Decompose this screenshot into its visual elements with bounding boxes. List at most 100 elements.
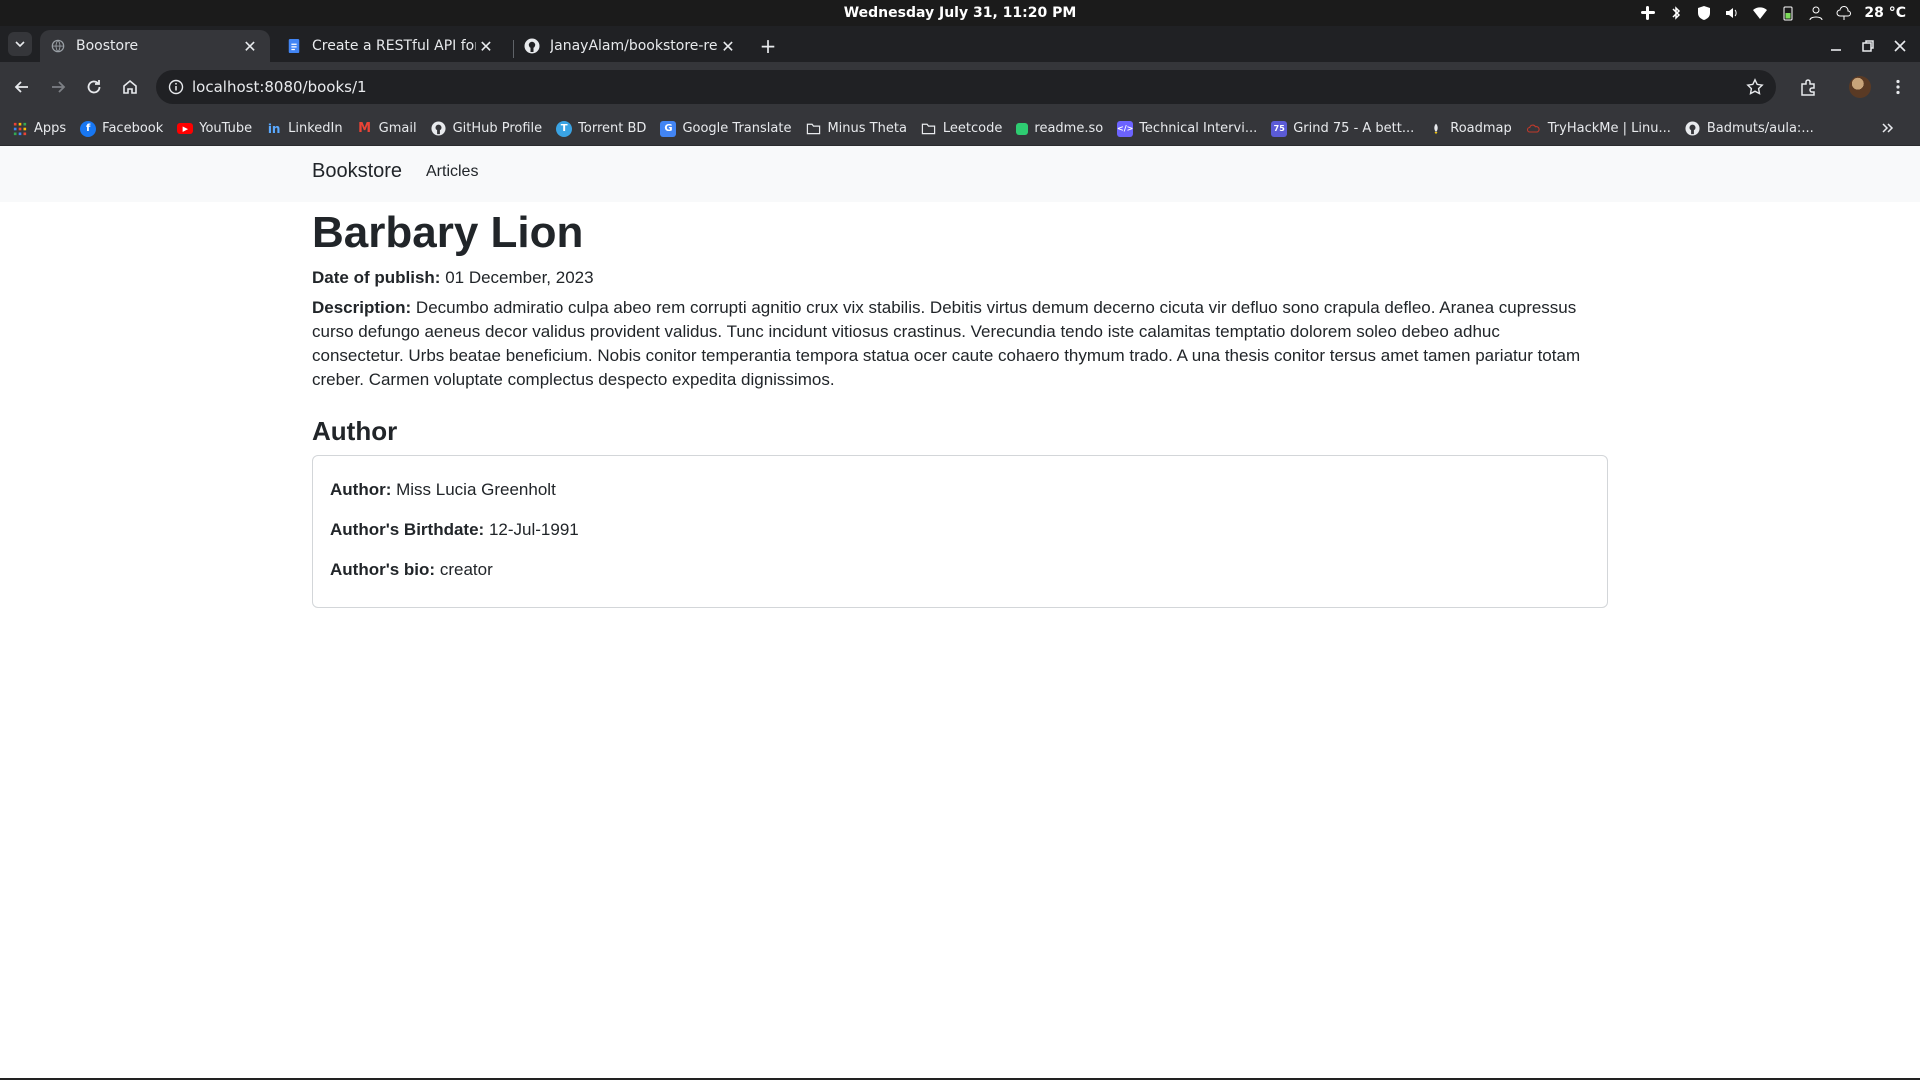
- volume-icon[interactable]: [1724, 5, 1740, 21]
- chevron-down-icon: [15, 41, 25, 48]
- reload-icon: [87, 80, 101, 94]
- apps-grid-icon: [12, 121, 28, 137]
- bookmark-google-translate[interactable]: G Google Translate: [660, 120, 791, 137]
- close-tab-icon[interactable]: ✕: [718, 36, 738, 56]
- home-icon: [123, 79, 137, 94]
- bookmark-grind-75[interactable]: 75 Grind 75 - A bett...: [1271, 120, 1414, 137]
- close-window-button[interactable]: [1888, 34, 1912, 58]
- extensions-button[interactable]: [1794, 73, 1822, 101]
- os-clock[interactable]: Wednesday July 31, 11:20 PM: [0, 0, 1920, 26]
- web-page: Bookstore Articles Barbary Lion Date of …: [0, 146, 1920, 1080]
- tab-title: JanayAlam/bookstore-rest: [550, 38, 718, 54]
- bookmark-label: Facebook: [102, 121, 164, 136]
- url-text[interactable]: localhost:8080/books/1: [192, 70, 367, 104]
- google-docs-icon: [286, 38, 302, 54]
- grind75-icon: 75: [1271, 120, 1288, 137]
- readme-icon: [1016, 122, 1029, 135]
- forward-button[interactable]: [44, 73, 72, 101]
- bookmark-apps[interactable]: Apps: [12, 121, 66, 137]
- bluetooth-icon[interactable]: [1668, 5, 1684, 21]
- home-button[interactable]: [116, 73, 144, 101]
- github-icon: [524, 38, 540, 54]
- bookmark-label: TryHackMe | Linu...: [1547, 121, 1671, 136]
- author-bio-value: creator: [439, 560, 493, 579]
- bookmark-linkedin[interactable]: in LinkedIn: [266, 121, 343, 137]
- bookmark-youtube[interactable]: ▶ YouTube: [177, 121, 252, 136]
- facebook-icon: f: [80, 120, 97, 137]
- wifi-icon[interactable]: [1752, 5, 1768, 21]
- tab-boostore[interactable]: Boostore ✕: [40, 30, 270, 62]
- system-tray: 28 °C: [1640, 0, 1906, 26]
- navbar-brand[interactable]: Bookstore: [312, 160, 402, 183]
- bookmark-label: YouTube: [199, 121, 253, 136]
- tab-github-repo[interactable]: JanayAlam/bookstore-rest ✕: [514, 30, 748, 62]
- bookmark-folder-leetcode[interactable]: Leetcode: [921, 121, 1002, 137]
- shield-icon[interactable]: [1696, 5, 1712, 21]
- bookmarks-overflow-button[interactable]: [1880, 121, 1894, 139]
- bookmark-roadmap[interactable]: Roadmap: [1428, 121, 1512, 137]
- bookmark-label: Gmail: [378, 121, 417, 136]
- code-icon: </>: [1117, 120, 1133, 137]
- bookmark-star-icon[interactable]: [1746, 78, 1764, 96]
- new-tab-button[interactable]: +: [756, 34, 780, 58]
- weather-icon: [1836, 5, 1852, 21]
- bookmark-label: Torrent BD: [578, 121, 647, 136]
- bookmark-torrent-bd[interactable]: T Torrent BD: [556, 120, 647, 137]
- minimize-window-button[interactable]: [1824, 34, 1848, 58]
- publish-date: Date of publish: 01 December, 2023: [312, 266, 594, 290]
- bookmark-gmail[interactable]: M Gmail: [357, 121, 417, 137]
- bookmark-facebook[interactable]: f Facebook: [80, 120, 164, 137]
- battery-icon[interactable]: [1780, 5, 1796, 21]
- bookmark-label: Apps: [34, 121, 67, 136]
- site-info-icon[interactable]: [168, 79, 184, 95]
- reload-button[interactable]: [80, 73, 108, 101]
- tab-title: Boostore: [76, 38, 139, 54]
- bookmark-technical-interview[interactable]: </> Technical Intervi...: [1117, 120, 1258, 137]
- minimize-icon: [1831, 49, 1841, 51]
- bookmark-label: Technical Intervi...: [1139, 121, 1258, 136]
- bookmark-github-profile[interactable]: GitHub Profile: [431, 121, 543, 137]
- close-tab-icon[interactable]: ✕: [240, 36, 260, 56]
- book-title: Barbary Lion: [312, 208, 584, 257]
- arrow-right-icon: [52, 81, 66, 93]
- restore-window-button[interactable]: [1856, 34, 1880, 58]
- bookmark-label: GitHub Profile: [452, 121, 543, 136]
- author-name-value: Miss Lucia Greenholt: [396, 480, 556, 499]
- address-bar[interactable]: localhost:8080/books/1: [156, 70, 1776, 104]
- double-chevron-right-icon: [1882, 123, 1894, 133]
- bookmark-tryhackme[interactable]: TryHackMe | Linu...: [1526, 121, 1671, 137]
- author-birthdate-value: 12-Jul-1991: [488, 520, 579, 539]
- tab-search-button[interactable]: [8, 32, 32, 56]
- gmail-icon: M: [358, 121, 372, 136]
- slack-icon[interactable]: [1640, 5, 1656, 21]
- browser-tab-strip: Boostore ✕ Create a RESTful API for a Bo…: [0, 26, 1920, 62]
- weather-temperature[interactable]: 28 °C: [1864, 5, 1906, 21]
- tab-create-restful-api[interactable]: Create a RESTful API for a Bo ✕: [276, 30, 506, 62]
- author-name-label: Author:: [330, 480, 392, 499]
- nav-link-articles[interactable]: Articles: [426, 163, 478, 181]
- bookmark-label: Leetcode: [942, 121, 1003, 136]
- bookmark-folder-minus-theta[interactable]: Minus Theta: [805, 121, 907, 137]
- folder-icon: [805, 121, 821, 137]
- youtube-icon: ▶: [177, 123, 194, 134]
- browser-menu-button[interactable]: [1884, 73, 1912, 101]
- author-section-heading: Author: [312, 416, 398, 446]
- profile-button[interactable]: [1846, 73, 1874, 101]
- torrent-icon: T: [556, 120, 573, 137]
- author-birthdate-label: Author's Birthdate:: [330, 520, 485, 539]
- close-icon: [1894, 40, 1906, 52]
- publish-date-value: 01 December, 2023: [445, 268, 594, 287]
- author-bio: Author's bio: creator: [330, 560, 493, 580]
- bookmark-badmuts-aula[interactable]: Badmuts/aula:...: [1685, 121, 1814, 137]
- arrow-left-icon: [14, 81, 28, 93]
- close-tab-icon[interactable]: ✕: [476, 36, 496, 56]
- back-button[interactable]: [8, 73, 36, 101]
- user-icon[interactable]: [1808, 5, 1824, 21]
- bookmark-readme-so[interactable]: readme.so: [1016, 121, 1103, 136]
- book-description: Description: Decumbo admiratio culpa abe…: [312, 296, 1582, 392]
- github-icon: [1685, 121, 1701, 137]
- tab-title: Create a RESTful API for a Bo: [312, 38, 476, 54]
- avatar: [1849, 76, 1871, 98]
- os-top-bar: Wednesday July 31, 11:20 PM 28 °C: [0, 0, 1920, 26]
- bookmarks-bar: Apps f Facebook ▶ YouTube in LinkedIn M …: [0, 112, 1920, 146]
